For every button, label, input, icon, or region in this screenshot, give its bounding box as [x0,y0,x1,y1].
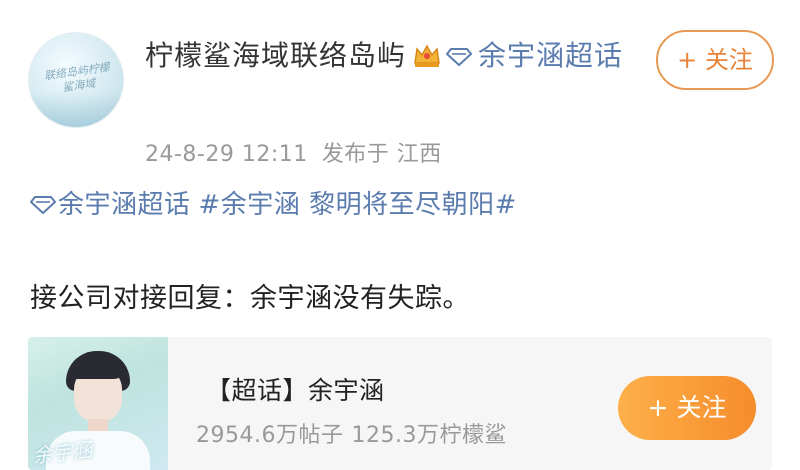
post-content: 接公司对接回复：余宇涵没有失踪。 [30,283,470,314]
supertopic-card[interactable]: 余宇涵 【超话】余宇涵 2954.6万帖子 125.3万柠檬鲨 + 关注 [28,337,772,470]
avatar-wave [29,91,123,127]
crown-icon [412,40,442,67]
card-stats: 2954.6万帖子 125.3万柠檬鲨 [196,417,507,449]
follow-button[interactable]: + 关注 [656,30,774,90]
supertopic-diamond-icon [30,189,56,214]
post-meta: 24-8-29 12:11 发布于 江西 [145,136,442,168]
author-supertopic-link[interactable]: 余宇涵超话 [478,39,623,72]
card-title[interactable]: 【超话】余宇涵 [206,371,385,407]
post-timestamp: 24-8-29 12:11 [145,142,308,167]
author-name[interactable]: 柠檬鲨海域联络岛屿 [145,39,406,72]
thumb-bangs [72,363,124,379]
card-fan-count: 125.3万柠檬鲨 [351,423,507,448]
author-line: 柠檬鲨海域联络岛屿 余宇涵超话 [145,36,625,76]
diamond-icon [446,38,473,66]
supertopic-thumbnail[interactable]: 余宇涵 [28,337,168,470]
topic-line: 余宇涵超话 #余宇涵 黎明将至尽朝阳# [30,187,517,223]
post-location: 发布于 江西 [321,142,442,167]
supertopic-link[interactable]: 余宇涵超话 [58,190,191,220]
card-follow-button[interactable]: + 关注 [618,376,756,440]
hashtag-link[interactable]: #余宇涵 黎明将至尽朝阳# [199,190,517,220]
card-post-count: 2954.6万帖子 [196,423,344,448]
avatar[interactable]: 联络岛屿柠檬鲨海域 [28,32,124,128]
